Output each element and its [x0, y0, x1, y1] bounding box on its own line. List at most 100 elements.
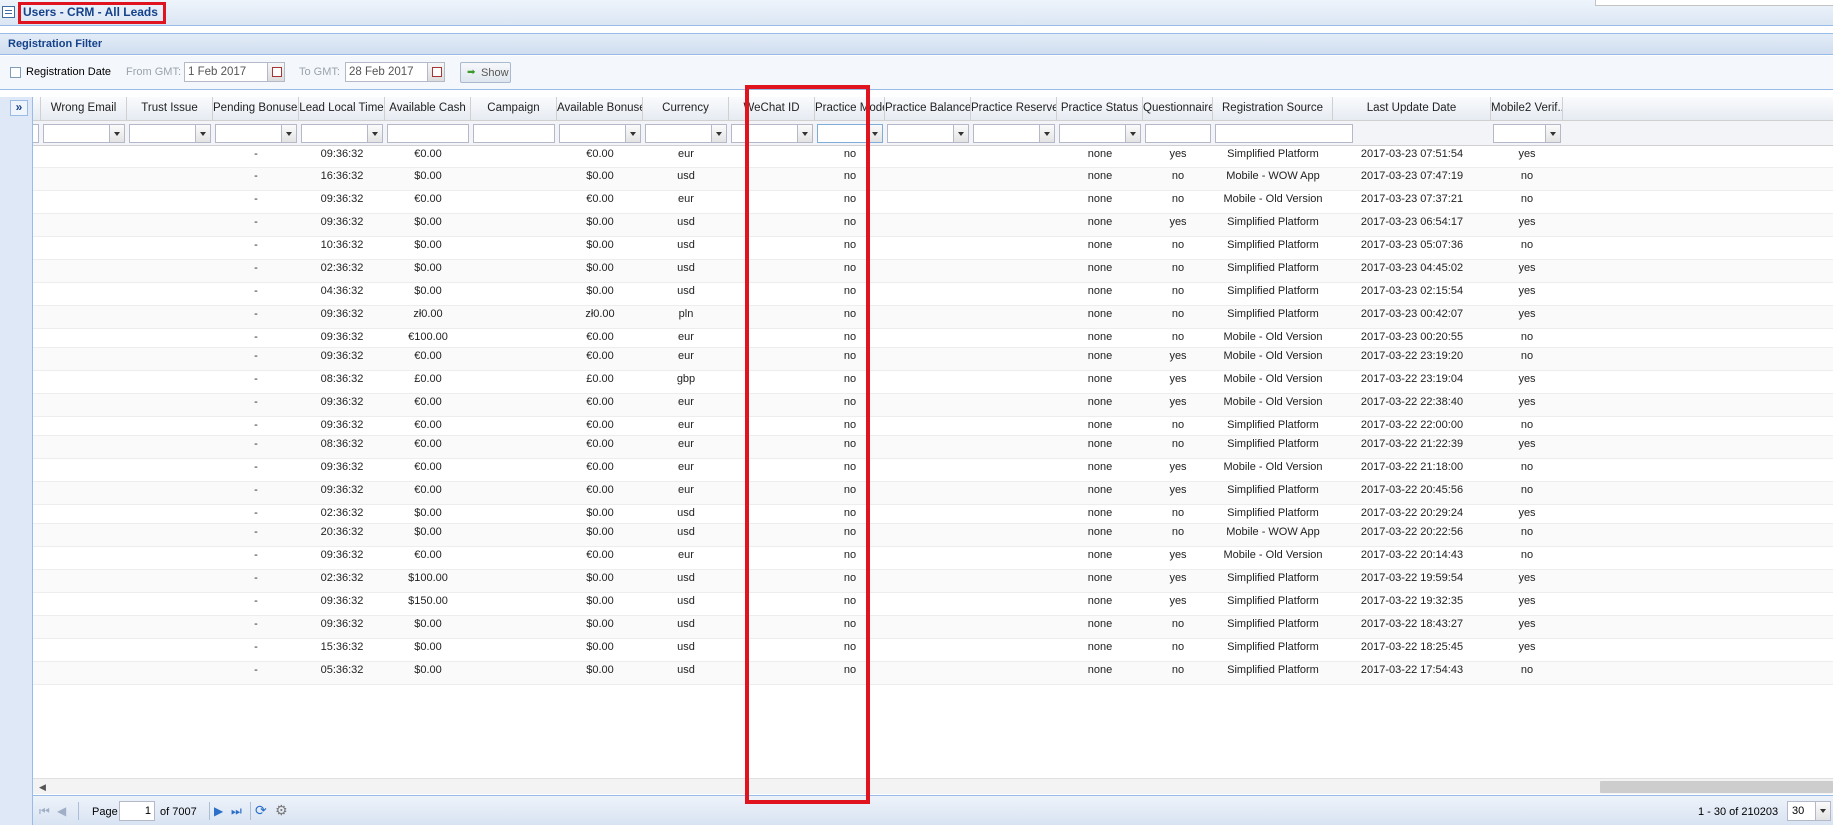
table-row[interactable]: - 08:36:32 €0.00 €0.00 eur no none no Simplified… [33, 436, 1833, 459]
cell-last-update-date: 2017-03-22 21:18:00 [1360, 461, 1464, 473]
table-row[interactable]: - 09:36:32 €0.00 €0.00 eur no none yes Simplifie… [33, 146, 1833, 168]
table-row[interactable]: - 05:36:32 $0.00 $0.00 usd no none no Simplified… [33, 662, 1833, 685]
column-header-registration-source[interactable]: Registration Source [1213, 97, 1333, 121]
filter-field-wechat-id[interactable] [731, 124, 813, 143]
cell-last-update-date: 2017-03-22 20:14:43 [1360, 549, 1464, 561]
chevron-down-icon[interactable] [1039, 125, 1054, 142]
chevron-down-icon[interactable] [867, 125, 882, 142]
table-row[interactable]: - 20:36:32 $0.00 $0.00 usd no none no Mobile - W… [33, 524, 1833, 547]
scrollbar-thumb[interactable] [1600, 781, 1833, 793]
table-row[interactable]: - 02:36:32 $0.00 $0.00 usd no none no Simplified… [33, 505, 1833, 524]
filter-field-lead-local-time[interactable] [301, 124, 383, 143]
registration-date-checkbox[interactable] [10, 67, 21, 78]
column-header-available-cash[interactable]: Available Cash [385, 97, 471, 121]
calendar-icon[interactable] [267, 63, 284, 81]
table-row[interactable]: - 09:36:32 €0.00 €0.00 eur no none yes Mobile - … [33, 394, 1833, 417]
first-page-icon[interactable]: ⏮ [39, 804, 50, 819]
cell-last-update-date: 2017-03-23 07:47:19 [1360, 170, 1464, 182]
column-header-practice-balance[interactable]: Practice Balance [885, 97, 971, 121]
chevron-down-icon[interactable] [1125, 125, 1140, 142]
filter-field-currency[interactable] [645, 124, 727, 143]
column-header-practice-mode[interactable]: Practice Mode [815, 97, 885, 121]
filter-field-available-cash[interactable] [387, 124, 469, 143]
cell-mobile2-verif: yes [1518, 308, 1536, 320]
next-page-icon[interactable]: ▶ [214, 804, 223, 818]
table-row[interactable]: - 09:36:32 zł0.00 zł0.00 pln no none no Simplifi… [33, 306, 1833, 329]
table-row[interactable]: - 09:36:32 €0.00 €0.00 eur no none yes Mobile - … [33, 547, 1833, 570]
filter-field-practice-mode[interactable] [817, 124, 883, 143]
refresh-icon[interactable]: ⟳ [255, 802, 267, 819]
table-row[interactable]: - 16:36:32 $0.00 $0.00 usd no none no Mobile - W… [33, 168, 1833, 191]
horizontal-scrollbar[interactable]: ◀ [33, 778, 1833, 794]
table-row[interactable]: - 02:36:32 $100.00 $0.00 usd no none yes Simplif… [33, 570, 1833, 593]
column-header-available-bonuse[interactable]: Available Bonuse [557, 97, 643, 121]
collapsed-west-panel: » [0, 97, 33, 825]
column-header-mobile2-verif[interactable]: Mobile2 Verif... [1491, 97, 1563, 121]
column-header-lead-local-time[interactable]: Lead Local Time [299, 97, 385, 121]
filter-field-practice-balance[interactable] [887, 124, 969, 143]
filter-field-blank[interactable] [33, 124, 39, 143]
chevron-down-icon[interactable] [281, 125, 296, 142]
table-row[interactable]: - 09:36:32 $150.00 $0.00 usd no none yes Simplif… [33, 593, 1833, 616]
table-row[interactable]: - 09:36:32 €0.00 €0.00 eur no none no Simplified… [33, 417, 1833, 436]
table-row[interactable]: - 09:36:32 €0.00 €0.00 eur no none no Mobile - O… [33, 191, 1833, 214]
chevron-down-icon[interactable] [109, 125, 124, 142]
cell-pending-bonuses: - [254, 461, 258, 473]
column-header-last-update-date[interactable]: Last Update Date [1333, 97, 1491, 121]
table-row[interactable]: - 02:36:32 $0.00 $0.00 usd no none no Simplified… [33, 260, 1833, 283]
column-header-practice-status[interactable]: Practice Status [1057, 97, 1143, 121]
column-header-campaign[interactable]: Campaign [471, 97, 557, 121]
filter-field-mobile2-verif[interactable] [1493, 124, 1561, 143]
cell-practice-status: none [1087, 549, 1113, 561]
column-header-pending-bonuses[interactable]: Pending Bonuses [213, 97, 299, 121]
show-button[interactable]: ➡ Show [460, 62, 511, 83]
column-header-currency[interactable]: Currency [643, 97, 729, 121]
chevron-down-icon[interactable] [1545, 125, 1560, 142]
filter-field-practice-reserved[interactable] [973, 124, 1055, 143]
column-header-wechat-id[interactable]: WeChat ID [729, 97, 815, 121]
calendar-icon[interactable] [427, 63, 444, 81]
filter-field-available-bonuse[interactable] [559, 124, 641, 143]
table-row[interactable]: - 09:36:32 €0.00 €0.00 eur no none yes Mobile - … [33, 348, 1833, 371]
chevron-down-icon[interactable] [953, 125, 968, 142]
page-size-select[interactable]: 30 [1787, 801, 1831, 821]
cell-pending-bonuses: - [254, 239, 258, 251]
filter-field-trust-issue[interactable] [129, 124, 211, 143]
table-row[interactable]: - 15:36:32 $0.00 $0.00 usd no none no Simplified… [33, 639, 1833, 662]
table-row[interactable]: - 04:36:32 $0.00 $0.00 usd no none no Simplified… [33, 283, 1833, 306]
filter-field-pending-bonuses[interactable] [215, 124, 297, 143]
column-header-wrong-email[interactable]: Wrong Email [41, 97, 127, 121]
filter-field-questionnaire[interactable] [1145, 124, 1211, 143]
filter-field-registration-source[interactable] [1215, 124, 1353, 143]
table-row[interactable]: - 09:36:32 €0.00 €0.00 eur no none yes Mobile - … [33, 459, 1833, 482]
table-row[interactable]: - 09:36:32 €0.00 €0.00 eur no none yes Simplifie… [33, 482, 1833, 505]
column-header-practice-reserved[interactable]: Practice Reserved [971, 97, 1057, 121]
last-page-icon[interactable]: ⏭ [231, 804, 242, 819]
chevron-down-icon[interactable] [797, 125, 812, 142]
table-row[interactable]: - 10:36:32 $0.00 $0.00 usd no none no Simplified… [33, 237, 1833, 260]
column-header-questionnaire[interactable]: Questionnaire [1143, 97, 1213, 121]
expand-panel-icon[interactable]: » [10, 100, 28, 116]
prev-page-icon[interactable]: ◀ [57, 804, 66, 818]
chevron-down-icon[interactable] [711, 125, 726, 142]
column-header-trust-issue[interactable]: Trust Issue [127, 97, 213, 121]
table-row[interactable]: - 08:36:32 £0.00 £0.00 gbp no none yes Mobile - … [33, 371, 1833, 394]
chevron-down-icon[interactable] [195, 125, 210, 142]
registration-filter-header[interactable]: Registration Filter [0, 33, 1833, 55]
filter-field-campaign[interactable] [473, 124, 555, 143]
cell-available-bonuse: €0.00 [586, 461, 614, 473]
page-number-input[interactable]: 1 [119, 801, 155, 821]
table-row[interactable]: - 09:36:32 €100.00 €0.00 eur no none no Mobile -… [33, 329, 1833, 348]
filter-field-practice-status[interactable] [1059, 124, 1141, 143]
gear-icon[interactable]: ⚙ [275, 802, 288, 819]
chevron-down-icon[interactable] [367, 125, 382, 142]
to-gmt-date-field[interactable]: 28 Feb 2017 [345, 62, 445, 82]
filter-field-wrong-email[interactable] [43, 124, 125, 143]
chevron-down-icon[interactable] [1815, 802, 1830, 820]
scroll-left-icon[interactable]: ◀ [39, 782, 46, 793]
table-row[interactable]: - 09:36:32 $0.00 $0.00 usd no none yes Simplifie… [33, 214, 1833, 237]
chevron-down-icon[interactable] [625, 125, 640, 142]
column-header-blank[interactable] [33, 97, 41, 121]
from-gmt-date-field[interactable]: 1 Feb 2017 [184, 62, 285, 82]
table-row[interactable]: - 09:36:32 $0.00 $0.00 usd no none no Simplified… [33, 616, 1833, 639]
